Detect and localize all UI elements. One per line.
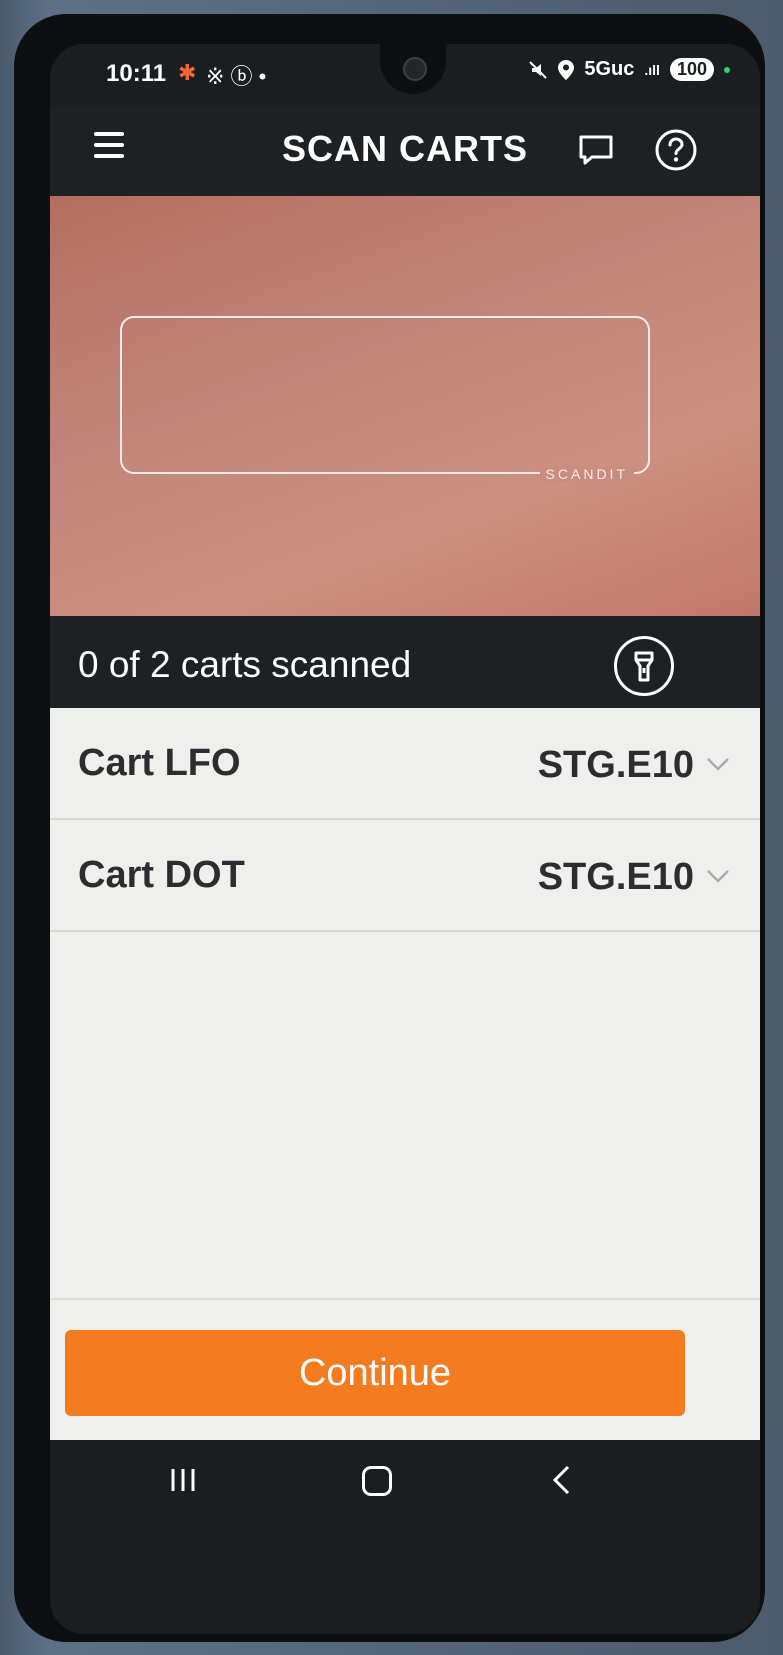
location-icon: [558, 59, 575, 80]
cart-row[interactable]: Cart DOT STG.E10: [50, 820, 760, 932]
cart-destination: STG.E10: [537, 744, 694, 786]
chat-bubble-icon[interactable]: [576, 130, 616, 170]
scan-progress-text: 0 of 2 carts scanned: [78, 644, 412, 685]
flashlight-icon: [634, 651, 654, 682]
cart-name: Cart DOT: [78, 854, 245, 896]
app-header: SCAN CARTS: [50, 106, 760, 196]
scandit-logo: SCANDIT: [539, 466, 634, 482]
status-time: 10:11: [106, 60, 167, 87]
bluetooth-icon: ✱: [178, 60, 197, 85]
privacy-dot: [724, 66, 730, 73]
barcode-scanner-view[interactable]: SCANDIT: [50, 196, 760, 616]
phone-screen: 10:11 ✱ ※ ⓑ • 5Guc .ıll 100 SCAN CARTS S…: [50, 44, 760, 1634]
notification-icons: ※ ⓑ •: [206, 64, 267, 89]
cart-list: Cart LFO STG.E10 Cart DOT STG.E10: [50, 708, 760, 1298]
back-icon[interactable]: [550, 1464, 574, 1496]
scan-frame: SCANDIT: [120, 316, 650, 482]
cart-destination: STG.E10: [537, 856, 694, 898]
chevron-down-icon[interactable]: [706, 868, 730, 884]
cart-row[interactable]: Cart LFO STG.E10: [50, 708, 760, 820]
device-frame: 10:11 ✱ ※ ⓑ • 5Guc .ıll 100 SCAN CARTS S…: [0, 0, 783, 1655]
scan-status-bar: 0 of 2 carts scanned: [50, 616, 760, 708]
continue-button[interactable]: Continue: [65, 1330, 685, 1416]
signal-icon: .ıll: [644, 61, 660, 78]
system-navigation-bar: [50, 1440, 760, 1520]
home-icon[interactable]: [362, 1466, 392, 1496]
help-circle-icon[interactable]: [654, 128, 698, 172]
battery-indicator: 100: [669, 58, 714, 81]
status-right-group: 5Guc .ıll 100: [528, 58, 730, 81]
front-camera: [403, 57, 427, 81]
device-bezel: 10:11 ✱ ※ ⓑ • 5Guc .ıll 100 SCAN CARTS S…: [14, 14, 765, 1642]
network-type: 5Guc: [584, 58, 635, 80]
footer: Continue: [50, 1298, 760, 1442]
flashlight-button[interactable]: [614, 636, 674, 696]
chevron-down-icon[interactable]: [706, 756, 730, 772]
mute-icon: [529, 60, 548, 79]
cart-name: Cart LFO: [78, 742, 241, 784]
recents-icon[interactable]: [168, 1466, 198, 1494]
